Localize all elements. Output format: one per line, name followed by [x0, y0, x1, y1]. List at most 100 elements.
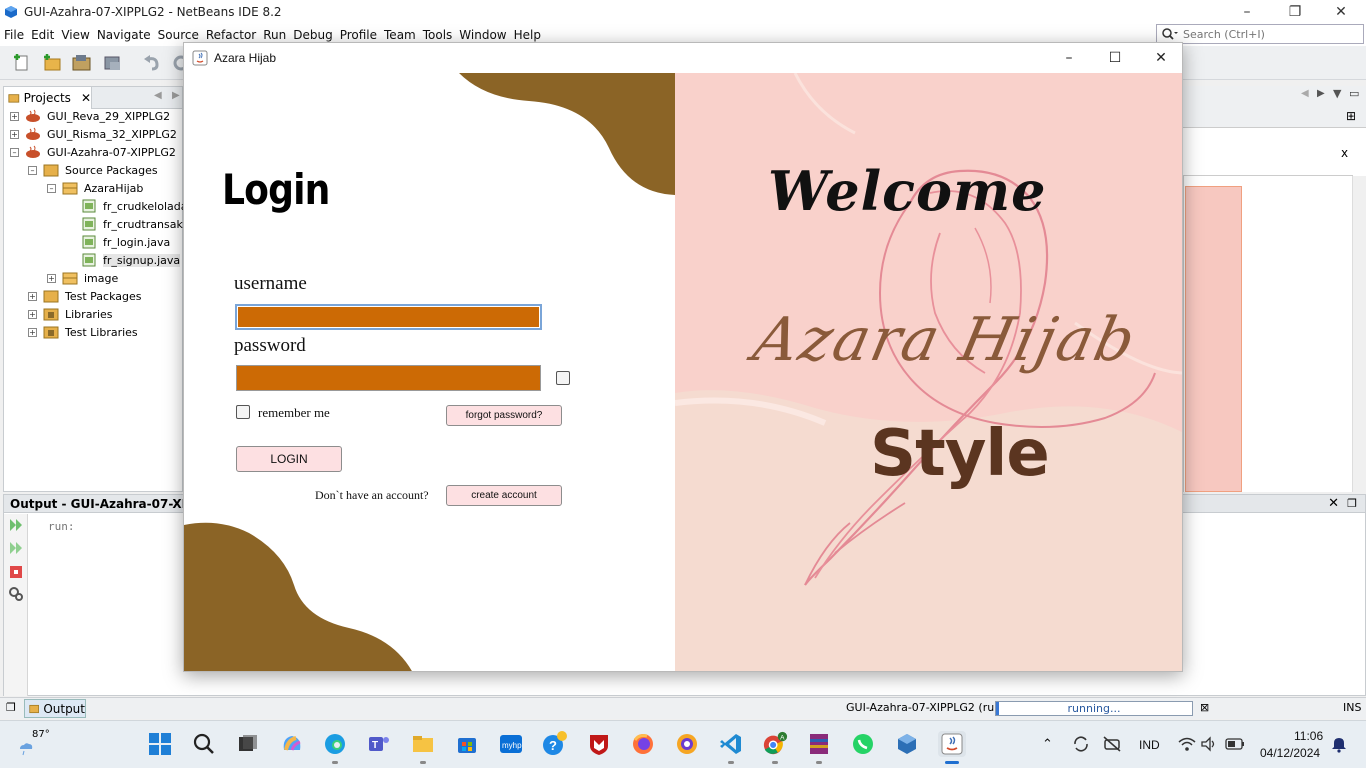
menu-navigate[interactable]: Navigate: [97, 28, 151, 42]
copilot-icon[interactable]: [279, 731, 305, 757]
tree-item-project-risma[interactable]: + GUI_Risma_32_XIPPLG2: [10, 125, 177, 143]
collapse-icon[interactable]: –: [10, 147, 19, 157]
menu-edit[interactable]: Edit: [31, 28, 54, 42]
tree-item-file-login[interactable]: fr_login.java: [81, 233, 170, 251]
expand-icon[interactable]: +: [47, 273, 56, 283]
show-password-checkbox[interactable]: [556, 371, 570, 385]
tree-item-file-signup[interactable]: fr_signup.java: [81, 251, 181, 269]
cancel-task-icon[interactable]: ⊠: [1200, 701, 1209, 714]
collapse-icon[interactable]: –: [28, 165, 37, 175]
close-button[interactable]: ✕: [1138, 43, 1182, 73]
dropdown-icon[interactable]: ▼: [1333, 87, 1341, 100]
battery-icon[interactable]: [1222, 731, 1248, 757]
menu-file[interactable]: File: [4, 28, 24, 42]
close-project-icon[interactable]: [100, 51, 124, 75]
tree-item-file-crudtransaksi[interactable]: fr_crudtransaksi: [81, 215, 192, 233]
create-account-button[interactable]: create account: [446, 485, 562, 506]
open-project-icon[interactable]: [70, 51, 94, 75]
myhp-icon[interactable]: myhp: [498, 731, 524, 757]
rerun-icon[interactable]: [8, 517, 24, 533]
tree-item-test-packages[interactable]: + Test Packages: [28, 287, 141, 305]
chevron-up-icon[interactable]: ⌃: [1042, 736, 1053, 752]
close-output-icon[interactable]: ✕: [1328, 496, 1339, 511]
ide-minimize-button[interactable]: –: [1224, 0, 1270, 24]
ide-search-input[interactable]: [1183, 27, 1361, 41]
tree-item-libraries[interactable]: + Libraries: [28, 305, 113, 323]
restore-window-icon[interactable]: ❐: [6, 701, 16, 714]
settings-icon[interactable]: [8, 586, 24, 602]
collapse-icon[interactable]: –: [47, 183, 56, 193]
virtualbox-icon[interactable]: [894, 731, 920, 757]
design-close-icon[interactable]: x: [1341, 146, 1348, 160]
restore-output-icon[interactable]: ❐: [1347, 497, 1357, 510]
firefox-icon[interactable]: [630, 731, 656, 757]
start-icon[interactable]: [147, 731, 173, 757]
file-explorer-icon[interactable]: [410, 731, 436, 764]
expand-icon[interactable]: +: [28, 291, 37, 301]
help-icon[interactable]: ?: [542, 731, 568, 757]
chrome-icon[interactable]: A: [762, 731, 788, 764]
winrar-icon[interactable]: [806, 731, 832, 764]
maximize-icon[interactable]: ▭: [1349, 87, 1359, 100]
tree-item-source-packages[interactable]: – Source Packages: [28, 161, 158, 179]
weather-widget[interactable]: 87°: [18, 729, 58, 759]
minimize-button[interactable]: –: [1046, 43, 1092, 73]
login-button[interactable]: LOGIN: [236, 446, 342, 472]
password-input[interactable]: [236, 365, 541, 391]
undo-icon[interactable]: [140, 51, 164, 75]
scroll-right-icon[interactable]: ▶: [172, 90, 180, 101]
tree-item-file-crudkeloladat[interactable]: fr_crudkeloladat: [81, 197, 192, 215]
ide-restore-button[interactable]: ❐: [1272, 0, 1318, 24]
menu-debug[interactable]: Debug: [293, 28, 332, 42]
expand-icon[interactable]: +: [10, 129, 19, 139]
expand-icon[interactable]: +: [28, 327, 37, 337]
new-project-icon[interactable]: [40, 51, 64, 75]
store-icon[interactable]: [454, 731, 480, 757]
menu-source[interactable]: Source: [158, 28, 199, 42]
menu-run[interactable]: Run: [263, 28, 286, 42]
expand-icon[interactable]: +: [28, 309, 37, 319]
edge-icon[interactable]: [322, 731, 348, 764]
teams-icon[interactable]: T: [366, 731, 392, 757]
chromium-icon[interactable]: [674, 731, 700, 757]
clock-time[interactable]: 11:06: [1294, 729, 1323, 743]
username-input[interactable]: [235, 304, 542, 330]
ide-search-box[interactable]: [1156, 24, 1364, 44]
tree-item-test-libraries[interactable]: + Test Libraries: [28, 323, 138, 341]
tree-item-project-azahra[interactable]: – GUI-Azahra-07-XIPPLG2: [10, 143, 176, 161]
vscode-icon[interactable]: [718, 731, 744, 764]
scroll-right-icon[interactable]: ▶: [1317, 88, 1325, 99]
scroll-left-icon[interactable]: ◀: [1301, 88, 1309, 99]
menu-view[interactable]: View: [61, 28, 89, 42]
expand-icon[interactable]: +: [10, 111, 19, 121]
menu-profile[interactable]: Profile: [340, 28, 377, 42]
clock-date[interactable]: 04/12/2024: [1260, 746, 1320, 760]
rerun-with-params-icon[interactable]: [8, 540, 24, 556]
maximize-button[interactable]: ☐: [1092, 43, 1138, 73]
tree-item-package-image[interactable]: + image: [47, 269, 118, 287]
java-icon[interactable]: [938, 731, 966, 764]
sync-icon[interactable]: [1068, 731, 1094, 757]
notification-bell-icon[interactable]: [1326, 731, 1352, 757]
menu-tools[interactable]: Tools: [423, 28, 453, 42]
grid-icon[interactable]: ⊞: [1346, 109, 1356, 123]
network-off-icon[interactable]: [1099, 731, 1125, 757]
search-icon[interactable]: [191, 731, 217, 757]
menu-team[interactable]: Team: [384, 28, 416, 42]
mcafee-icon[interactable]: [586, 731, 612, 757]
tree-item-project-reva[interactable]: + GUI_Reva_29_XIPPLG2: [10, 107, 170, 125]
task-view-icon[interactable]: [235, 731, 261, 757]
ide-close-button[interactable]: ✕: [1318, 0, 1364, 24]
new-file-icon[interactable]: [10, 51, 34, 75]
menu-refactor[interactable]: Refactor: [206, 28, 256, 42]
stop-icon[interactable]: [8, 564, 24, 580]
menu-help[interactable]: Help: [514, 28, 541, 42]
volume-icon[interactable]: [1196, 731, 1222, 757]
tree-item-package-azarahijab[interactable]: – AzaraHijab: [47, 179, 143, 197]
whatsapp-icon[interactable]: [850, 731, 876, 757]
scroll-left-icon[interactable]: ◀: [154, 90, 162, 101]
remember-me-checkbox[interactable]: [236, 405, 250, 419]
forgot-password-button[interactable]: forgot password?: [446, 405, 562, 426]
tab-projects[interactable]: Projects ✕: [4, 87, 92, 109]
vertical-scrollbar[interactable]: [1352, 176, 1366, 492]
